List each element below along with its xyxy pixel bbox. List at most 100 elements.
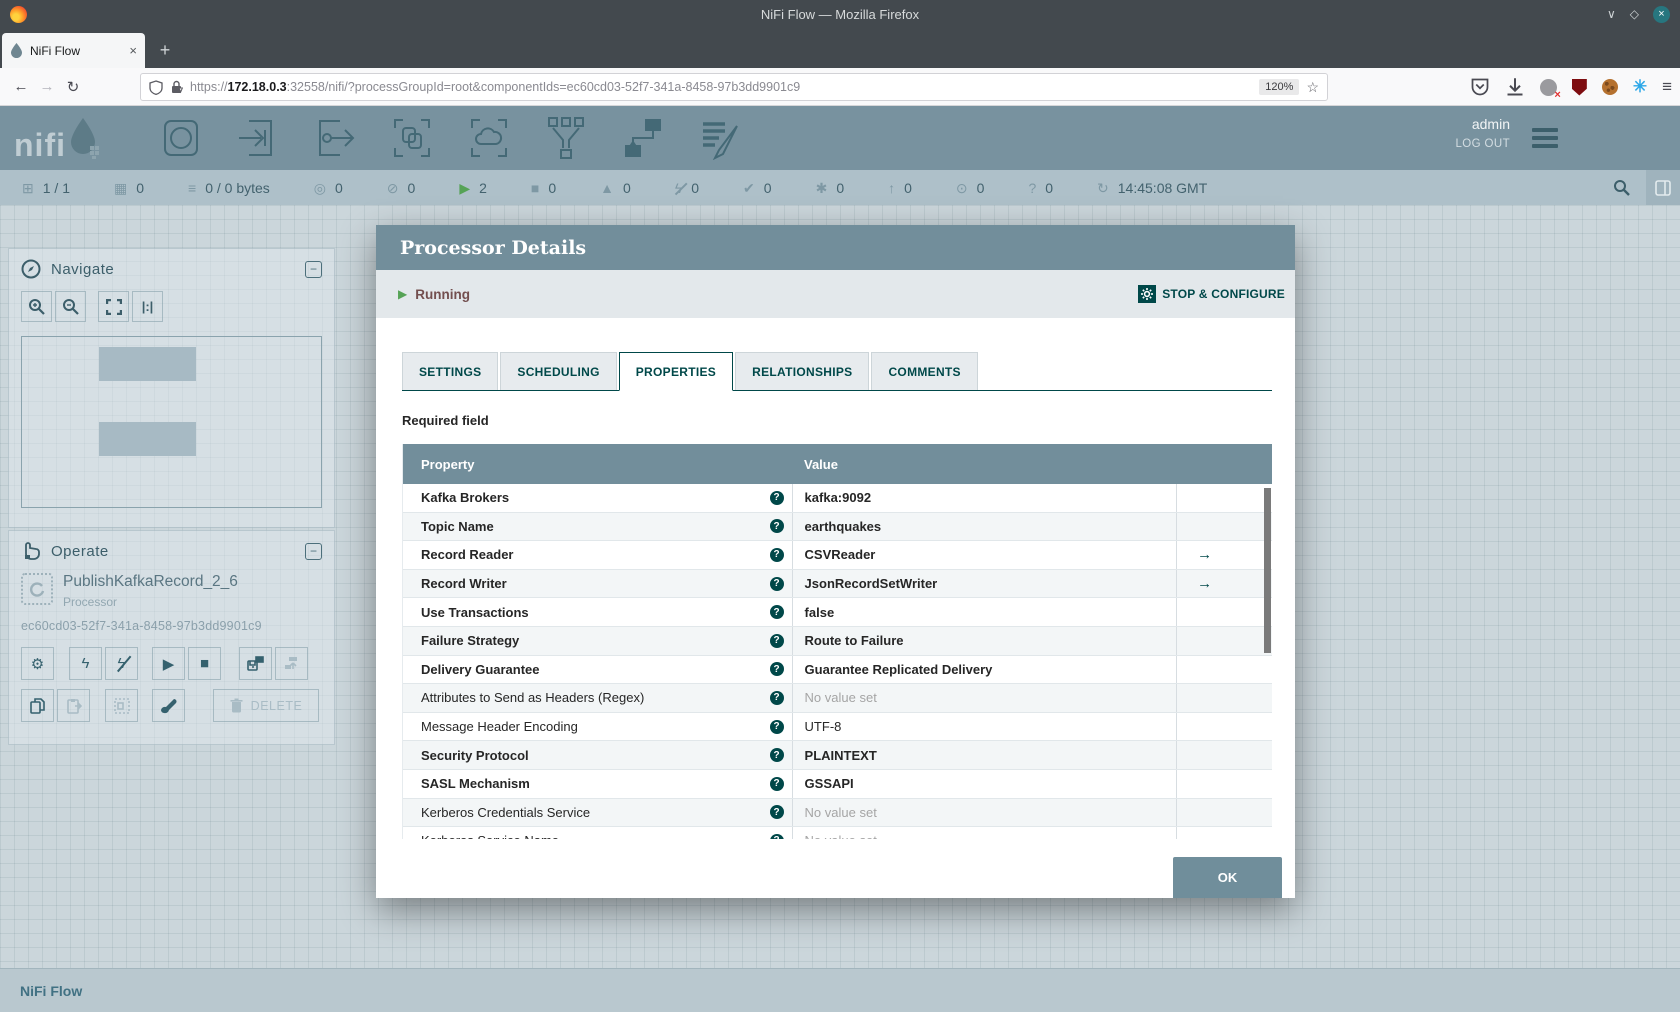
birdseye-minimap[interactable] <box>21 336 322 508</box>
stop-and-configure-button[interactable]: STOP & CONFIGURE <box>1138 285 1285 303</box>
ok-button[interactable]: OK <box>1173 857 1282 898</box>
reload-button[interactable]: ↻ <box>60 78 86 96</box>
drag-template-icon[interactable] <box>622 116 664 160</box>
drag-input-port-icon[interactable] <box>237 116 279 160</box>
property-help-icon[interactable]: ? <box>769 633 784 648</box>
drag-processor-icon[interactable] <box>160 116 202 160</box>
ublock-origin-icon[interactable] <box>1571 78 1587 96</box>
new-tab-button[interactable]: + <box>152 37 178 63</box>
save-flow-version-button[interactable] <box>239 647 272 680</box>
enable-button[interactable]: ϟ <box>69 647 102 680</box>
breadcrumb-root[interactable]: NiFi Flow <box>20 983 82 999</box>
property-value[interactable]: GSSAPI <box>805 776 854 791</box>
property-value[interactable]: PLAINTEXT <box>805 748 877 763</box>
property-help-icon[interactable]: ? <box>769 748 784 763</box>
property-value[interactable]: Route to Failure <box>805 633 904 648</box>
dialog-tab[interactable]: COMMENTS <box>871 352 978 390</box>
property-row[interactable]: Message Header Encoding? UTF-8 → <box>403 712 1272 742</box>
property-help-icon[interactable]: ? <box>769 490 784 505</box>
logout-link[interactable]: LOG OUT <box>1455 138 1510 150</box>
revert-flow-version-button[interactable] <box>275 647 308 680</box>
property-value[interactable]: kafka:9092 <box>805 490 872 505</box>
property-value[interactable]: UTF-8 <box>805 719 842 734</box>
property-help-icon[interactable]: ? <box>769 519 784 534</box>
property-value[interactable]: earthquakes <box>805 519 882 534</box>
zoom-level-badge[interactable]: 120% <box>1259 79 1300 95</box>
zoom-actual-size-button[interactable]: |:| <box>132 291 163 322</box>
refresh-icon[interactable]: ↻ <box>1097 181 1109 195</box>
configure-button[interactable]: ⚙ <box>21 647 54 680</box>
window-close-icon[interactable]: × <box>1653 5 1670 23</box>
property-value[interactable]: No value set <box>805 833 877 839</box>
zoom-in-button[interactable] <box>21 291 52 322</box>
property-row[interactable]: Failure Strategy? Route to Failure → <box>403 626 1272 656</box>
property-row[interactable]: Attributes to Send as Headers (Regex)? N… <box>403 684 1272 713</box>
extension-asterisk-icon[interactable]: ✳ <box>1633 77 1647 97</box>
connection-lock-icon[interactable] <box>170 80 183 94</box>
window-maximize-icon[interactable]: ◇ <box>1630 7 1639 21</box>
fill-color-button[interactable] <box>152 689 185 722</box>
drag-remote-process-group-icon[interactable] <box>468 116 510 160</box>
collapse-operate-icon[interactable]: − <box>305 542 322 560</box>
browser-tab-nifi-flow[interactable]: NiFi Flow × <box>2 33 145 68</box>
bookmark-star-icon[interactable]: ☆ <box>1306 79 1319 96</box>
browser-menu-icon[interactable]: ≡ <box>1662 77 1672 97</box>
copy-button[interactable] <box>21 689 54 722</box>
drag-output-port-icon[interactable] <box>314 116 356 160</box>
collapse-navigate-icon[interactable]: − <box>305 260 322 278</box>
paste-button[interactable] <box>57 689 90 722</box>
start-button[interactable]: ▶ <box>152 647 185 680</box>
zoom-fit-button[interactable] <box>98 291 129 322</box>
pocket-icon[interactable] <box>1470 77 1490 97</box>
property-help-icon[interactable]: ? <box>769 576 784 591</box>
tab-close-icon[interactable]: × <box>129 43 137 58</box>
property-value[interactable]: false <box>805 605 835 620</box>
property-value[interactable]: Guarantee Replicated Delivery <box>805 662 993 677</box>
downloads-icon[interactable] <box>1505 77 1525 97</box>
back-button[interactable]: ← <box>8 78 34 95</box>
dialog-tab[interactable]: RELATIONSHIPS <box>735 352 870 390</box>
cookie-editor-icon[interactable] <box>1601 79 1618 95</box>
table-scrollbar[interactable] <box>1264 488 1271 653</box>
property-row[interactable]: Kerberos Credentials Service? No value s… <box>403 798 1272 828</box>
property-help-icon[interactable]: ? <box>769 605 784 620</box>
zoom-out-button[interactable] <box>55 291 86 322</box>
disable-button[interactable]: ϟ <box>105 647 138 680</box>
property-help-icon[interactable]: ? <box>769 547 784 562</box>
property-help-icon[interactable]: ? <box>769 690 784 705</box>
tracking-shield-icon[interactable] <box>149 79 163 95</box>
sidebar-toggle-button[interactable] <box>1646 170 1680 205</box>
window-shade-icon[interactable]: ∨ <box>1607 7 1616 21</box>
property-help-icon[interactable]: ? <box>769 833 784 839</box>
dialog-tab[interactable]: PROPERTIES <box>618 352 734 391</box>
search-icon[interactable] <box>1613 179 1630 196</box>
stop-button[interactable]: ■ <box>188 647 221 680</box>
property-row[interactable]: Delivery Guarantee? Guarantee Replicated… <box>403 655 1272 685</box>
go-to-service-icon[interactable]: → <box>1197 546 1212 563</box>
property-row[interactable]: Topic Name? earthquakes → <box>403 512 1272 542</box>
forward-button[interactable]: → <box>34 78 60 95</box>
extension-disabled-icon[interactable] <box>1539 78 1561 101</box>
property-value[interactable]: No value set <box>805 805 877 820</box>
dialog-tab[interactable]: SCHEDULING <box>500 352 617 390</box>
property-value[interactable]: CSVReader <box>805 547 876 562</box>
property-row[interactable]: Record Reader? CSVReader → <box>403 541 1272 570</box>
property-row[interactable]: Security Protocol? PLAINTEXT → <box>403 741 1272 770</box>
property-row[interactable]: Kerberos Service Name? No value set → <box>403 827 1272 839</box>
property-help-icon[interactable]: ? <box>769 719 784 734</box>
url-text[interactable]: https://172.18.0.3:32558/nifi/?processGr… <box>190 80 1252 94</box>
go-to-service-icon[interactable]: → <box>1197 575 1212 592</box>
dialog-tab[interactable]: SETTINGS <box>402 352 499 390</box>
property-row[interactable]: Kafka Brokers? kafka:9092 → <box>403 484 1272 513</box>
property-help-icon[interactable]: ? <box>769 805 784 820</box>
url-bar[interactable]: https://172.18.0.3:32558/nifi/?processGr… <box>140 73 1328 101</box>
property-value[interactable]: JsonRecordSetWriter <box>805 576 938 591</box>
property-row[interactable]: SASL Mechanism? GSSAPI → <box>403 769 1272 799</box>
property-help-icon[interactable]: ? <box>769 776 784 791</box>
group-button[interactable] <box>105 689 138 722</box>
drag-process-group-icon[interactable] <box>391 116 433 160</box>
property-help-icon[interactable]: ? <box>769 662 784 677</box>
property-value[interactable]: No value set <box>805 690 877 705</box>
drag-label-icon[interactable] <box>699 116 741 161</box>
property-row[interactable]: Use Transactions? false → <box>403 598 1272 627</box>
